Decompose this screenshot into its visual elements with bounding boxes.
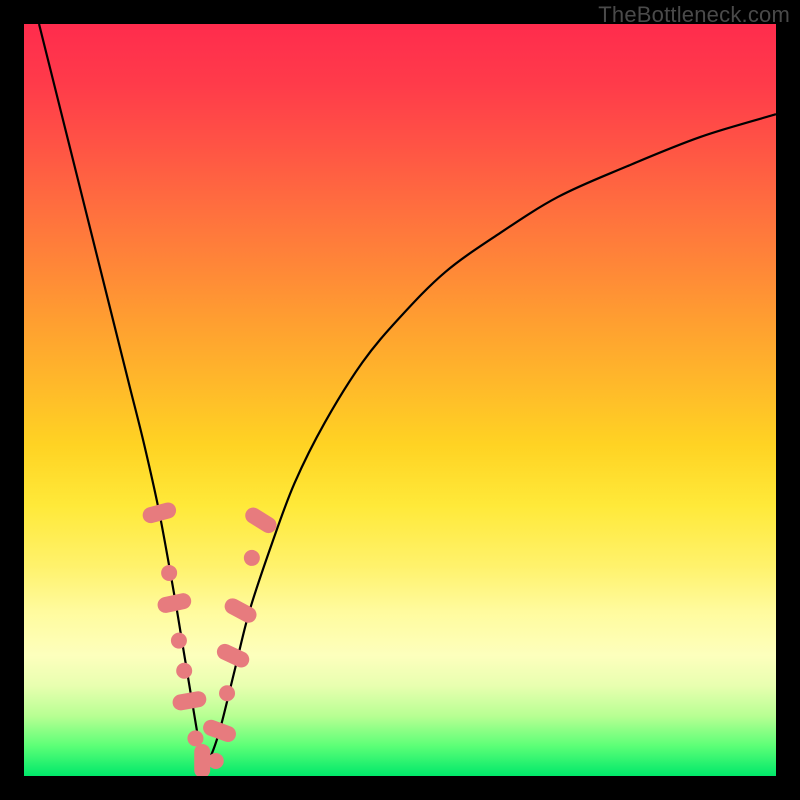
curve-marker	[242, 505, 279, 537]
curve-marker	[187, 730, 203, 746]
plot-area	[24, 24, 776, 776]
chart-frame: TheBottleneck.com	[0, 0, 800, 800]
curve-marker	[141, 501, 178, 525]
curve-marker	[176, 663, 192, 679]
curve-marker	[201, 718, 238, 745]
curve-marker	[171, 633, 187, 649]
curve-marker	[219, 685, 235, 701]
watermark-text: TheBottleneck.com	[598, 2, 790, 28]
curve-marker	[194, 744, 210, 776]
curve-marker	[214, 641, 252, 670]
curve-marker	[171, 690, 207, 712]
curve-marker	[156, 592, 193, 615]
curve-marker	[208, 753, 224, 769]
curve-marker	[244, 550, 260, 566]
curve-markers	[141, 501, 280, 776]
bottleneck-curve-svg	[24, 24, 776, 776]
curve-marker	[161, 565, 177, 581]
bottleneck-curve	[39, 24, 776, 765]
